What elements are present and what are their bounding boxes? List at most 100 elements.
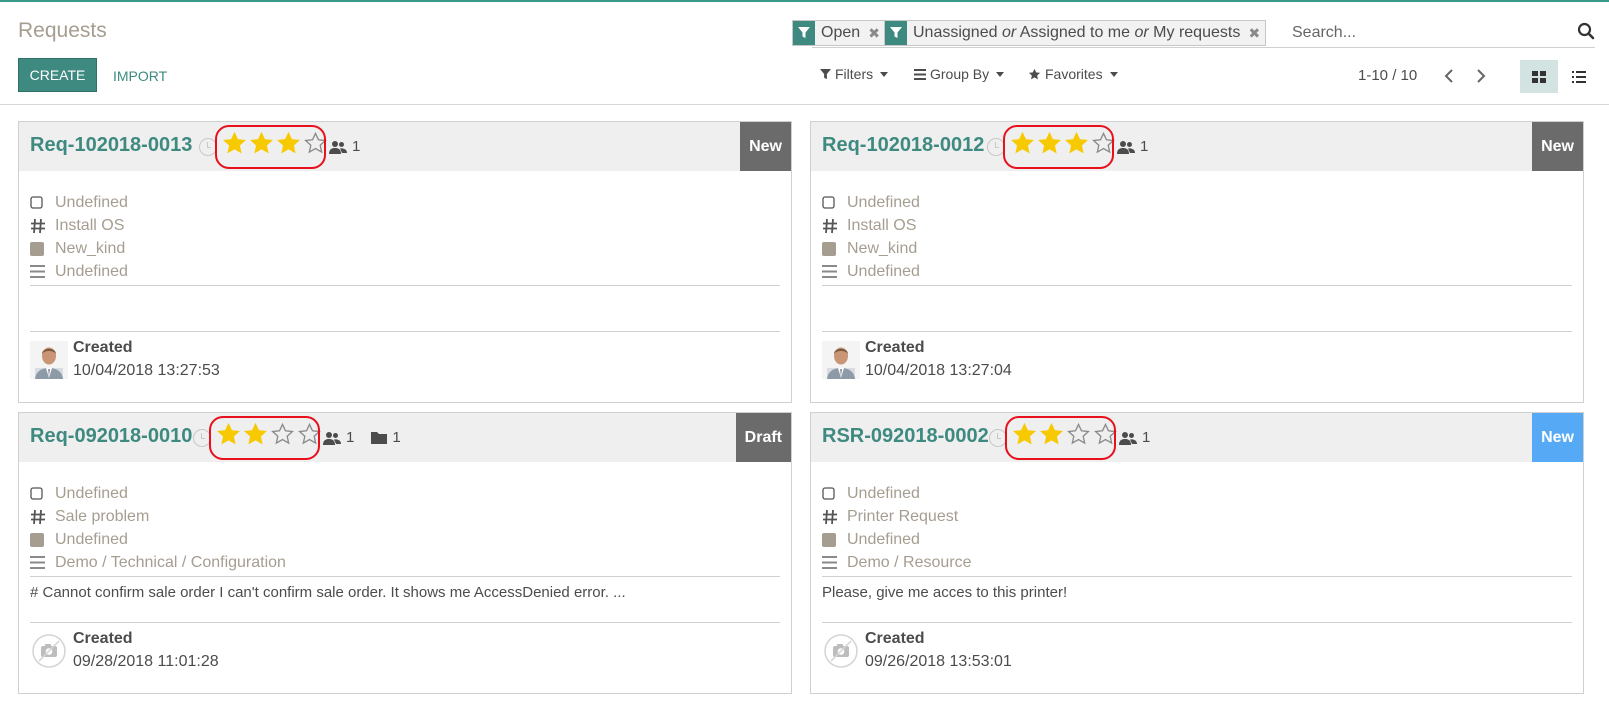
square-icon <box>30 241 52 256</box>
request-title[interactable]: Req-092018-0010 <box>30 425 192 448</box>
stars-highlight-annotation <box>215 125 326 169</box>
divider <box>822 331 1572 332</box>
card-fields: Undefined Sale problem Undefined Demo / Tec… <box>30 482 286 574</box>
kind-field: Undefined <box>822 528 972 551</box>
stage-badge[interactable]: New <box>1532 413 1583 462</box>
import-button[interactable]: IMPORT <box>113 68 167 84</box>
divider <box>822 622 1572 623</box>
category-field: Install OS <box>822 214 920 237</box>
request-title[interactable]: Req-102018-0013 <box>30 134 192 157</box>
checkbox-icon <box>822 487 844 500</box>
search-input[interactable] <box>1292 22 1552 44</box>
kind-field: Undefined <box>30 528 286 551</box>
square-icon <box>822 532 844 547</box>
square-icon <box>822 241 844 256</box>
priority-field: Undefined <box>822 482 972 505</box>
breadcrumb[interactable]: Requests <box>18 19 107 43</box>
kanban-icon <box>1532 70 1546 83</box>
camera-placeholder-icon <box>32 634 66 668</box>
user-avatar <box>822 341 860 379</box>
category-field: Sale problem <box>30 505 286 528</box>
kind-field: New_kind <box>30 237 128 260</box>
request-title[interactable]: Req-102018-0012 <box>822 134 984 157</box>
hashtag-icon <box>30 218 52 234</box>
request-card[interactable]: Req-092018-0010 11 Draft Undefined Sale p… <box>18 412 792 694</box>
filters-dropdown[interactable]: Filters <box>820 66 889 82</box>
group-by-dropdown[interactable]: Group By <box>914 66 1005 82</box>
remove-facet-icon[interactable]: ✖ <box>1246 21 1262 45</box>
priority-field: Undefined <box>30 482 286 505</box>
created-label: Created <box>73 630 133 647</box>
stage-badge[interactable]: New <box>740 122 791 171</box>
folder-icon <box>371 432 388 444</box>
followers-count[interactable]: 1 <box>329 138 360 155</box>
category-field: Install OS <box>30 214 128 237</box>
service-field: Demo / Resource <box>822 551 972 574</box>
remove-facet-icon[interactable]: ✖ <box>866 21 882 45</box>
hashtag-icon <box>30 509 52 525</box>
stage-badge[interactable]: New <box>1532 122 1583 171</box>
request-card[interactable]: Req-102018-0013 1 New Undefined Install O… <box>18 121 792 403</box>
card-fields: Undefined Printer Request Undefined Demo / … <box>822 482 972 574</box>
star-icon <box>1028 68 1041 79</box>
favorites-dropdown[interactable]: Favorites <box>1028 66 1118 82</box>
search-bar: Open ✖ Unassigned or Assigned to me or M… <box>792 18 1595 48</box>
card-fields: Undefined Install OS New_kind Undefined <box>822 191 920 283</box>
users-icon <box>323 431 341 445</box>
create-button[interactable]: CREATE <box>18 58 97 92</box>
square-icon <box>30 532 52 547</box>
created-label: Created <box>865 339 925 356</box>
kind-field: New_kind <box>822 237 920 260</box>
facet-open[interactable]: Open ✖ <box>792 20 887 46</box>
created-date: 10/04/2018 13:27:04 <box>865 362 1012 379</box>
request-description: # Cannot confirm sale order I can't conf… <box>30 584 626 601</box>
camera-placeholder-icon <box>824 634 858 668</box>
filter-icon <box>793 21 815 45</box>
request-description: Please, give me acces to this printer! <box>822 584 1068 601</box>
checkbox-icon <box>30 196 52 209</box>
followers-count[interactable]: 1 <box>1119 429 1150 446</box>
divider <box>30 576 780 577</box>
filters-label: Filters <box>835 66 874 82</box>
chevron-right-icon <box>1477 69 1486 83</box>
control-panel: Requests CREATE IMPORT Open ✖ Unassigned… <box>0 2 1609 105</box>
priority-field: Undefined <box>30 191 128 214</box>
divider <box>822 285 1572 286</box>
list-view-icon <box>1572 70 1586 83</box>
bars-icon <box>30 265 52 278</box>
stars-highlight-annotation <box>209 416 320 460</box>
followers-count[interactable]: 1 <box>1117 138 1148 155</box>
followers-count[interactable]: 11 <box>323 429 401 446</box>
group-by-label: Group By <box>930 66 990 82</box>
created-date: 09/26/2018 13:53:01 <box>865 653 1012 670</box>
request-card[interactable]: Req-102018-0012 1 New Undefined Install O… <box>810 121 1584 403</box>
service-field: Undefined <box>30 260 128 283</box>
created-label: Created <box>73 339 133 356</box>
divider <box>30 622 780 623</box>
checkbox-icon <box>822 196 844 209</box>
bars-icon <box>822 556 844 569</box>
bars-icon <box>30 556 52 569</box>
request-title[interactable]: RSR-092018-0002 <box>822 425 989 448</box>
bars-icon <box>822 265 844 278</box>
checkbox-icon <box>30 487 52 500</box>
list-view-button[interactable] <box>1562 60 1596 93</box>
divider <box>30 331 780 332</box>
documents-count[interactable]: 1 <box>371 429 401 446</box>
list-icon <box>914 68 926 80</box>
user-avatar <box>30 341 68 379</box>
stars-highlight-annotation <box>1005 416 1116 460</box>
pager-next-button[interactable] <box>1471 65 1491 87</box>
request-card[interactable]: RSR-092018-0002 1 New Undefined Printer R… <box>810 412 1584 694</box>
stage-badge[interactable]: Draft <box>735 413 791 462</box>
created-date: 09/28/2018 11:01:28 <box>73 653 219 670</box>
pager-value[interactable]: 1-10 / 10 <box>1358 67 1417 84</box>
search-icon[interactable] <box>1577 22 1595 45</box>
created-label: Created <box>865 630 925 647</box>
users-icon <box>1119 431 1137 445</box>
kanban-view-button[interactable] <box>1520 60 1558 93</box>
divider <box>822 576 1572 577</box>
facet-assignment[interactable]: Unassigned or Assigned to me or My reque… <box>884 20 1267 46</box>
pager-previous-button[interactable] <box>1439 65 1459 87</box>
stars-highlight-annotation <box>1003 125 1114 169</box>
